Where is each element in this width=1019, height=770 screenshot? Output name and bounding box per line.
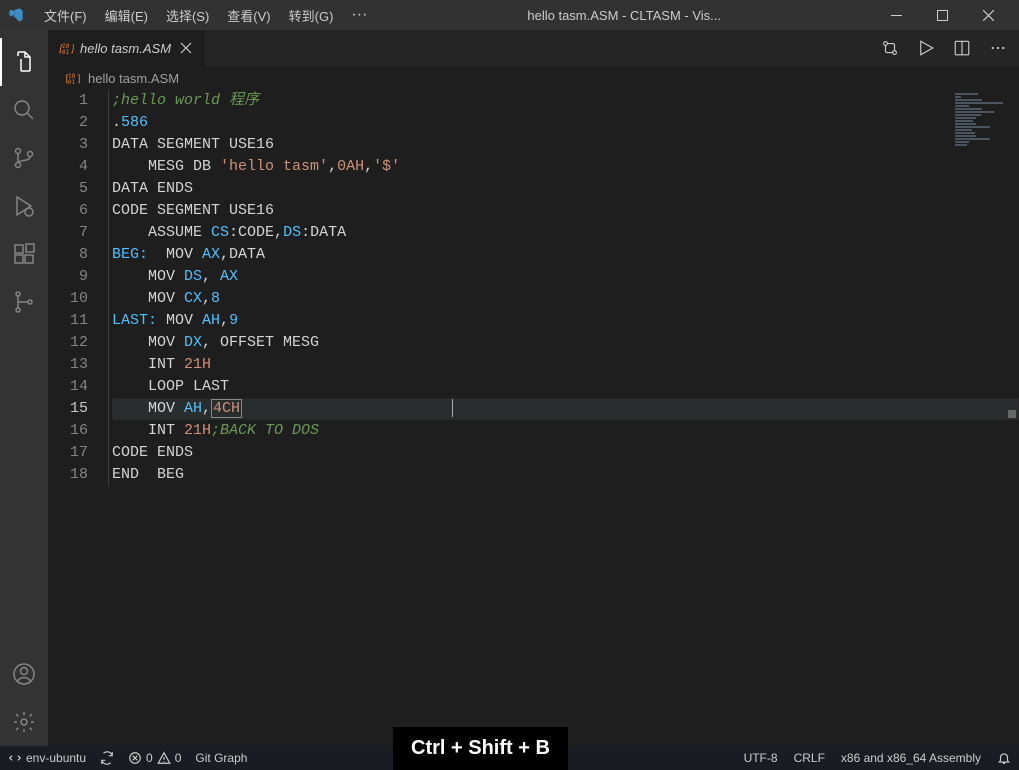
line-number: 10 [48,288,88,310]
tab-close-icon[interactable] [177,39,195,57]
window-controls [873,0,1011,30]
asm-file-icon: [1001] [58,40,74,56]
breadcrumb[interactable]: [1001] hello tasm.ASM [48,66,1019,90]
menu-view[interactable]: 查看(V) [219,4,278,27]
breadcrumb-label: hello tasm.ASM [88,71,179,86]
tab-bar: [1001] hello tasm.ASM [48,30,1019,66]
git-graph-icon[interactable] [0,278,48,326]
keyboard-shortcut-tooltip: Ctrl + Shift + B [393,727,568,770]
code-line[interactable]: .586 [112,112,1019,134]
line-number: 17 [48,442,88,464]
maximize-button[interactable] [919,0,965,30]
code-line[interactable]: MOV AH,4CH [112,398,1019,420]
line-number: 2 [48,112,88,134]
git-graph-status[interactable]: Git Graph [195,751,247,765]
extensions-icon[interactable] [0,230,48,278]
code-line[interactable]: INT 21H;BACK TO DOS [112,420,1019,442]
explorer-icon[interactable] [0,38,48,86]
code-area[interactable]: ;hello world 程序.586DATA SEGMENT USE16 ME… [108,90,1019,746]
code-line[interactable]: CODE ENDS [108,442,1019,464]
run-code-icon[interactable] [917,39,935,57]
indent-ruler [108,90,110,486]
code-line[interactable]: ;hello world 程序 [112,90,1019,112]
line-gutter: 123456789101112131415161718 [48,90,108,746]
tab-label: hello tasm.ASM [80,41,171,56]
line-number: 8 [48,244,88,266]
eol-status[interactable]: CRLF [794,751,825,765]
menu-bar: 文件(F) 编辑(E) 选择(S) 查看(V) 转到(G) ··· [36,4,375,27]
code-line[interactable]: MESG DB 'hello tasm',0AH,'$' [112,156,1019,178]
code-line[interactable]: ASSUME CS:CODE,DS:DATA [112,222,1019,244]
code-line[interactable]: MOV DS, AX [112,266,1019,288]
line-number: 14 [48,376,88,398]
scroll-indicator [1008,410,1016,418]
encoding-status[interactable]: UTF-8 [744,751,778,765]
line-number: 9 [48,266,88,288]
line-number: 11 [48,310,88,332]
svg-text:]: ] [76,74,80,85]
sync-status[interactable] [100,751,114,765]
minimize-button[interactable] [873,0,919,30]
menu-edit[interactable]: 编辑(E) [97,4,156,27]
line-number: 7 [48,222,88,244]
title-bar: 文件(F) 编辑(E) 选择(S) 查看(V) 转到(G) ··· hello … [0,0,1019,30]
code-line[interactable]: END BEG [108,464,1019,486]
line-number: 6 [48,200,88,222]
more-actions-icon[interactable] [989,39,1007,57]
code-line[interactable]: MOV DX, OFFSET MESG [112,332,1019,354]
code-line[interactable]: BEG: MOV AX,DATA [108,244,1019,266]
line-number: 4 [48,156,88,178]
accounts-icon[interactable] [0,650,48,698]
menu-selection[interactable]: 选择(S) [158,4,217,27]
svg-text:01: 01 [62,49,69,56]
menu-go[interactable]: 转到(G) [281,4,342,27]
scrollbar[interactable] [1005,90,1019,746]
problems-status[interactable]: 0 0 [128,751,181,765]
code-line[interactable]: LAST: MOV AH,9 [108,310,1019,332]
line-number: 15 [48,398,88,420]
source-control-icon[interactable] [0,134,48,182]
editor-actions [881,30,1019,66]
settings-gear-icon[interactable] [0,698,48,746]
remote-status[interactable]: env-ubuntu [8,751,86,765]
menu-file[interactable]: 文件(F) [36,4,95,27]
line-number: 13 [48,354,88,376]
window-title: hello tasm.ASM - CLTASM - Vis... [375,8,873,23]
editor[interactable]: 123456789101112131415161718 ;hello world… [48,90,1019,746]
code-line[interactable]: DATA SEGMENT USE16 [108,134,1019,156]
code-line[interactable]: INT 21H [112,354,1019,376]
tab-active[interactable]: [1001] hello tasm.ASM [48,30,206,66]
run-debug-icon[interactable] [0,182,48,230]
menu-more[interactable]: ··· [343,4,375,27]
line-number: 1 [48,90,88,112]
minimap[interactable] [945,90,1005,746]
search-icon[interactable] [0,86,48,134]
code-line[interactable]: LOOP LAST [112,376,1019,398]
language-status[interactable]: x86 and x86_64 Assembly [841,751,981,765]
code-line[interactable]: CODE SEGMENT USE16 [108,200,1019,222]
line-number: 16 [48,420,88,442]
close-button[interactable] [965,0,1011,30]
line-number: 5 [48,178,88,200]
asm-file-icon: [1001] [64,70,80,86]
activity-bar [0,30,48,746]
notifications-icon[interactable] [997,751,1011,765]
line-number: 12 [48,332,88,354]
vscode-logo-icon [8,7,24,23]
line-number: 3 [48,134,88,156]
compare-changes-icon[interactable] [881,39,899,57]
svg-text:]: ] [70,44,74,55]
split-editor-icon[interactable] [953,39,971,57]
svg-text:01: 01 [68,79,76,86]
code-line[interactable]: MOV CX,8 [112,288,1019,310]
code-line[interactable]: DATA ENDS [108,178,1019,200]
line-number: 18 [48,464,88,486]
